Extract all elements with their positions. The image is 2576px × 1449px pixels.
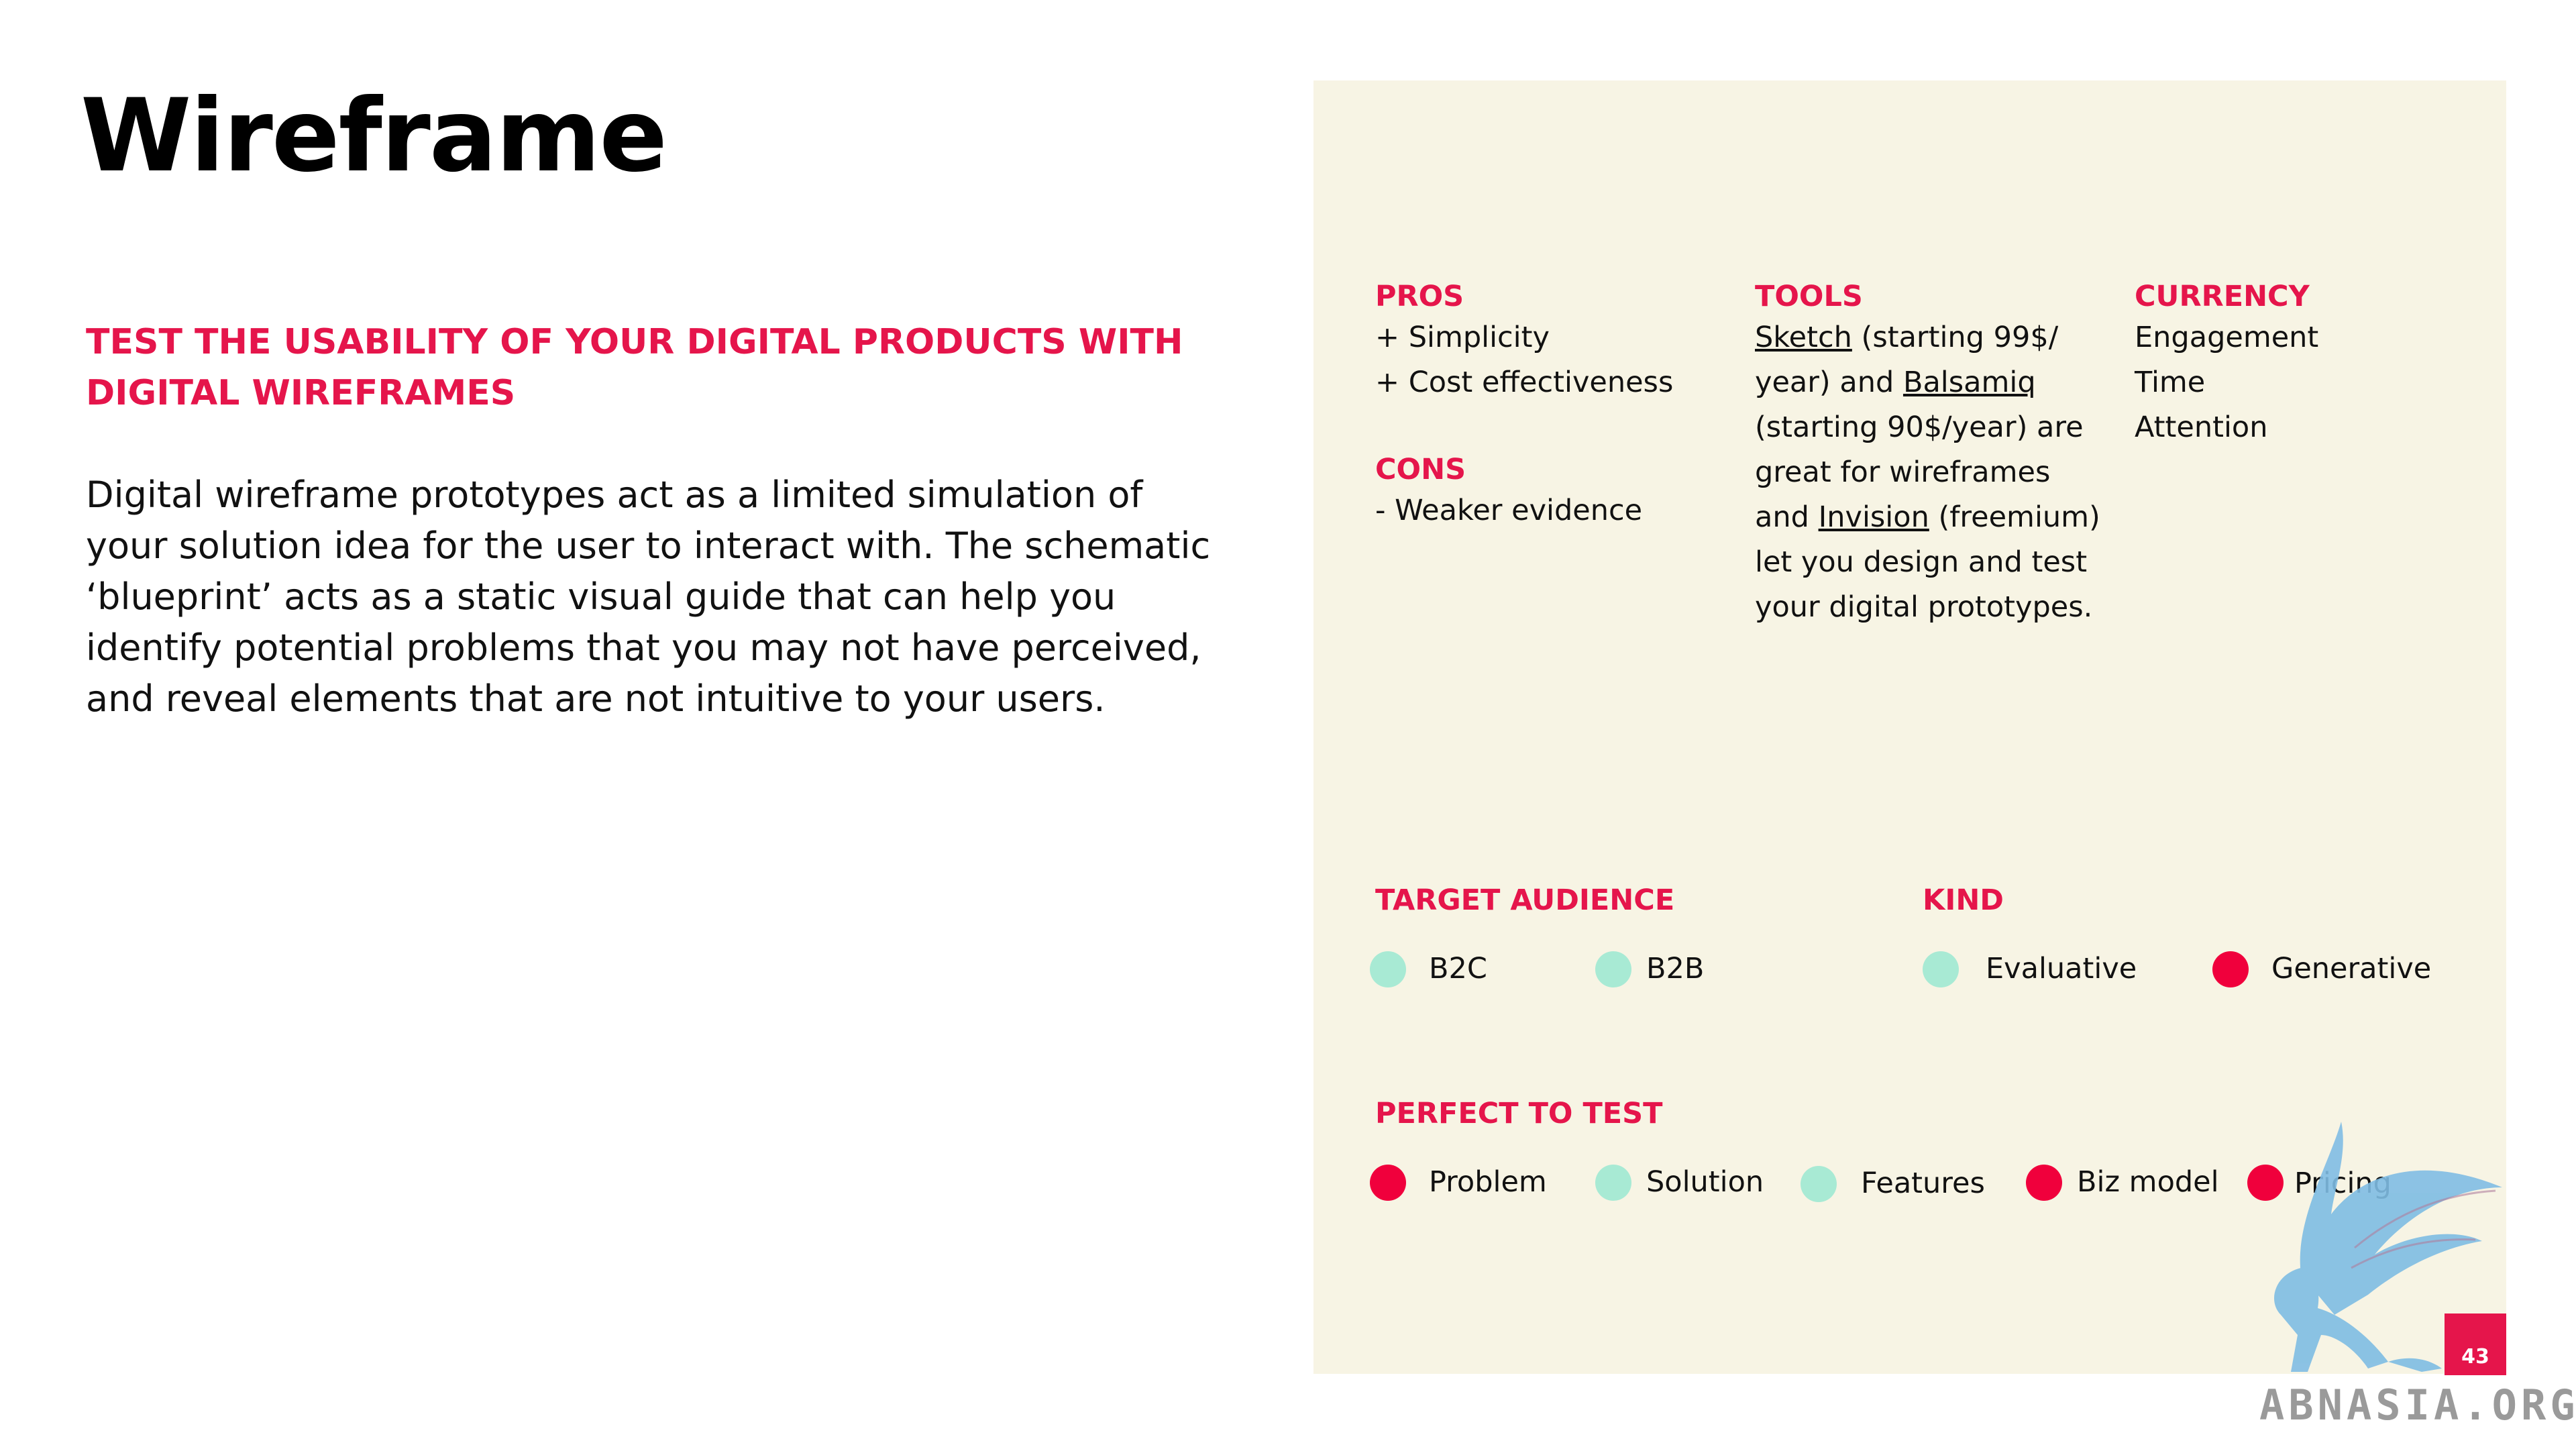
tools-label: TOOLS	[1755, 280, 1863, 313]
kind-label: KIND	[1923, 883, 2004, 917]
target-audience-label: TARGET AUDIENCE	[1375, 883, 1675, 917]
currency-list: Engagement Time Attention	[2135, 315, 2318, 450]
b2c-indicator-dot	[1370, 951, 1406, 987]
pros-list: + Simplicity + Cost effectiveness	[1375, 315, 1673, 405]
tools-line: Sketch (starting 99$/	[1755, 321, 2059, 354]
b2b-option: B2B	[1646, 952, 1705, 985]
biz-model-indicator-dot	[2026, 1165, 2062, 1201]
evaluative-indicator-dot	[1923, 951, 1959, 987]
perfect-to-test-label: PERFECT TO TEST	[1375, 1097, 1663, 1130]
currency-item: Attention	[2135, 411, 2268, 444]
biz-model-option: Biz model	[2077, 1165, 2219, 1199]
pros-item: + Cost effectiveness	[1375, 366, 1674, 399]
tools-line: and Invision (freemium)	[1755, 500, 2100, 534]
tools-line: your digital prototypes.	[1755, 590, 2093, 624]
problem-indicator-dot	[1370, 1165, 1406, 1201]
pros-item: + Simplicity	[1375, 321, 1550, 354]
invision-link[interactable]: Invision	[1819, 500, 1929, 534]
solution-option: Solution	[1646, 1165, 1764, 1199]
page-title: Wireframe	[80, 78, 667, 195]
tools-line: let you design and test	[1755, 545, 2088, 579]
cons-item: - Weaker evidence	[1375, 494, 1643, 527]
problem-option: Problem	[1429, 1165, 1547, 1199]
currency-item: Time	[2135, 366, 2206, 399]
generative-indicator-dot	[2212, 951, 2249, 987]
cons-label: CONS	[1375, 453, 1466, 486]
tools-text: Sketch (starting 99$/ year) and Balsamiq…	[1755, 315, 2100, 630]
features-option: Features	[1861, 1167, 1985, 1200]
features-indicator-dot	[1801, 1166, 1837, 1202]
watermark-text: ABNASIA.ORG	[2259, 1381, 2576, 1430]
b2b-indicator-dot	[1595, 951, 1631, 987]
body-text: Digital wireframe prototypes act as a li…	[86, 474, 1211, 720]
sketch-link[interactable]: Sketch	[1755, 321, 1852, 354]
b2c-option: B2C	[1429, 952, 1487, 985]
tools-line: great for wireframes	[1755, 455, 2051, 489]
pros-label: PROS	[1375, 280, 1464, 313]
evaluative-option: Evaluative	[1986, 952, 2137, 985]
currency-item: Engagement	[2135, 321, 2319, 354]
griffin-logo-icon	[2274, 1122, 2502, 1372]
tools-line: year) and Balsamiq	[1755, 366, 2036, 399]
currency-label: CURRENCY	[2135, 280, 2310, 313]
generative-option: Generative	[2271, 952, 2432, 985]
balsamiq-link[interactable]: Balsamiq	[1903, 366, 2036, 399]
solution-indicator-dot	[1595, 1165, 1631, 1201]
tools-line: (starting 90$/year) are	[1755, 411, 2084, 444]
cons-list: - Weaker evidence	[1375, 488, 1642, 533]
subtitle: TEST THE USABILITY OF YOUR DIGITAL PRODU…	[86, 322, 1183, 413]
